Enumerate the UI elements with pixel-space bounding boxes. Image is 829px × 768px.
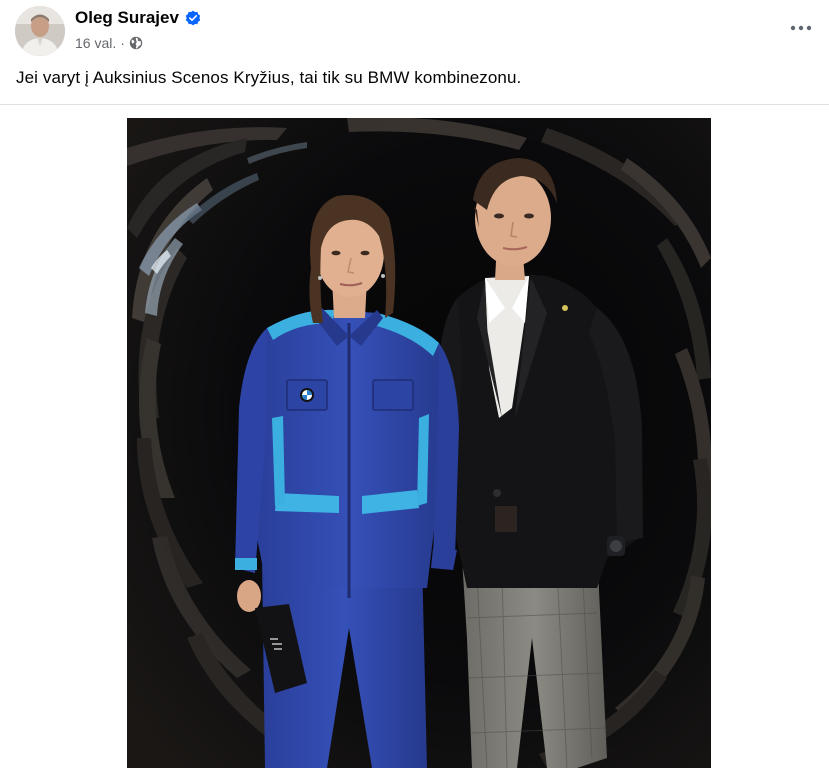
post-header: Oleg Surajev 16 val. · xyxy=(0,0,829,62)
post-options-button[interactable] xyxy=(783,14,819,42)
post-photo[interactable] xyxy=(127,118,711,768)
more-horizontal-icon xyxy=(790,25,812,31)
author-avatar[interactable] xyxy=(15,6,65,56)
post-media-area xyxy=(0,105,829,768)
post-text: Jei varyt į Auksinius Scenos Kryžius, ta… xyxy=(16,68,522,87)
author-name[interactable]: Oleg Surajev xyxy=(75,8,179,28)
author-row: Oleg Surajev xyxy=(75,8,201,28)
post-timestamp[interactable]: 16 val. xyxy=(75,35,116,51)
post-meta: 16 val. · xyxy=(75,35,143,51)
globe-icon[interactable] xyxy=(129,36,143,50)
verified-badge-icon xyxy=(185,10,201,26)
meta-separator: · xyxy=(120,35,125,51)
